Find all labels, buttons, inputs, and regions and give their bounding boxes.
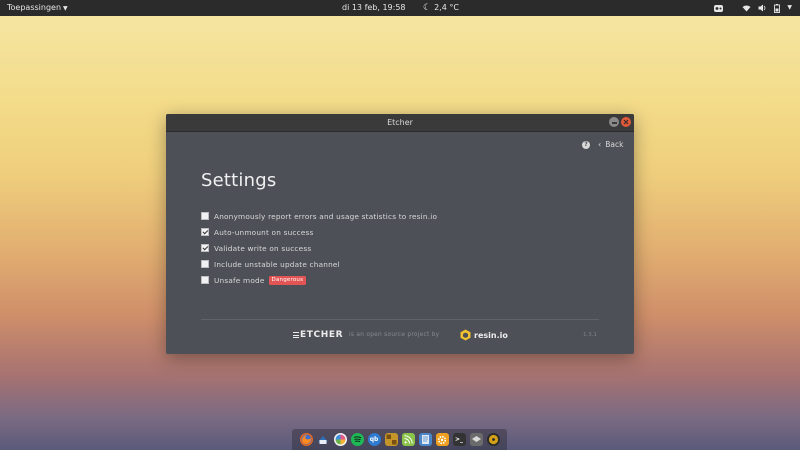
close-button[interactable] (621, 117, 631, 127)
back-button[interactable]: ‹ Back (598, 140, 623, 150)
system-tray: ▼ (713, 0, 792, 16)
applications-menu[interactable]: Toepassingen ▼ (7, 0, 68, 17)
resin-logo-text: resin.io (474, 330, 508, 340)
checkbox[interactable] (201, 228, 209, 236)
files-icon[interactable] (418, 433, 432, 446)
battery-icon[interactable] (774, 0, 781, 16)
chevron-left-icon: ‹ (598, 140, 602, 149)
setting-validate-write[interactable]: Validate write on success (201, 243, 311, 253)
qbittorrent-icon[interactable]: qb (367, 433, 381, 446)
etcher-logo-icon (293, 331, 299, 339)
checkbox[interactable] (201, 276, 209, 284)
top-bar: Toepassingen ▼ di 13 feb, 19:58 ☾ 2,4 °C ▼ (0, 0, 800, 16)
dock: qb >_ (292, 429, 507, 450)
volume-icon[interactable] (758, 0, 767, 16)
setting-error-reporting[interactable]: Anonymously report errors and usage stat… (201, 211, 437, 221)
footer-divider (201, 319, 599, 320)
checkbox[interactable] (201, 244, 209, 252)
help-icon[interactable]: ? (582, 141, 590, 149)
feed-icon[interactable] (401, 433, 415, 446)
close-icon (623, 119, 629, 125)
footer-tagline: is an open source project by (349, 332, 440, 338)
podcast-icon[interactable] (713, 0, 724, 16)
etcher-logo[interactable]: ETCHER (293, 330, 343, 340)
setting-label: Validate write on success (214, 243, 312, 253)
resin-logo[interactable]: resin.io (460, 329, 508, 341)
checkbox[interactable] (201, 260, 209, 268)
firefox-icon[interactable] (299, 433, 313, 446)
setting-unsafe-mode[interactable]: Unsafe mode Dangerous (201, 275, 307, 285)
puzzle-icon[interactable] (384, 433, 398, 446)
window-titlebar[interactable]: Etcher (166, 114, 634, 132)
resin-cube-icon (460, 329, 471, 341)
etcher-window: Etcher ? ‹ Back Settings Anonymously rep… (166, 114, 634, 354)
setting-label: Include unstable update channel (214, 259, 340, 269)
pinwheel-icon[interactable] (333, 433, 347, 446)
thunderbird-icon[interactable] (317, 433, 330, 446)
setting-label: Anonymously report errors and usage stat… (214, 211, 438, 221)
weather[interactable]: ☾ 2,4 °C (423, 0, 459, 16)
back-label: Back (605, 140, 624, 149)
setting-label: Unsafe mode (214, 275, 265, 285)
dangerous-badge: Dangerous (268, 275, 307, 285)
wifi-icon[interactable] (742, 0, 751, 16)
chevron-down-icon: ▼ (63, 5, 68, 12)
setting-auto-unmount[interactable]: Auto-unmount on success (201, 227, 314, 237)
page-title: Settings (201, 170, 277, 191)
spotify-icon[interactable] (350, 433, 364, 446)
etcher-gear-icon[interactable] (435, 433, 449, 446)
checkbox[interactable] (201, 212, 209, 220)
etcher-logo-text: ETCHER (300, 330, 344, 340)
minimize-button[interactable] (609, 117, 619, 127)
window-title: Etcher (387, 118, 413, 127)
clock[interactable]: di 13 feb, 19:58 (342, 0, 406, 16)
moon-icon: ☾ (423, 3, 432, 13)
setting-label: Auto-unmount on success (214, 227, 314, 237)
dropbox-icon[interactable] (469, 433, 483, 446)
footer: ETCHER is an open source project by resi… (166, 326, 634, 346)
rhythmbox-icon[interactable] (486, 433, 500, 446)
terminal-icon[interactable]: >_ (452, 433, 466, 446)
setting-unstable-channel[interactable]: Include unstable update channel (201, 259, 340, 269)
applications-menu-label: Toepassingen (7, 3, 62, 12)
weather-temperature: 2,4 °C (434, 3, 459, 12)
version-label: 1.3.1 (583, 332, 597, 338)
power-menu-caret-icon[interactable]: ▼ (787, 0, 792, 16)
